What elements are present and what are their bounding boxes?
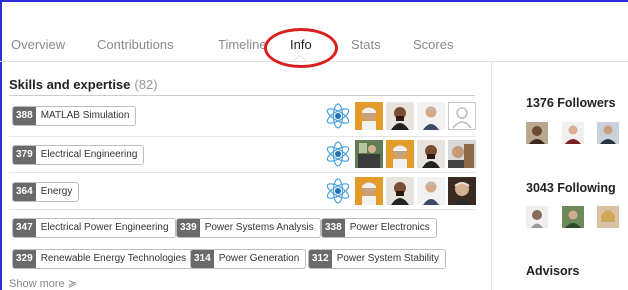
advisors-heading: Advisors [526,264,580,278]
skill-tag-power-system-stability[interactable]: 312 Power System Stability [308,249,446,269]
tab-contributions[interactable]: Contributions [97,37,174,52]
show-more-skills-link[interactable]: Show more ≽ [9,277,77,290]
endorser-avatar[interactable] [417,140,445,168]
window-top-border [0,0,628,2]
skill-label: Renewable Energy Technologies [40,253,187,264]
followers-heading[interactable]: 1376 Followers [526,96,616,110]
endorser-avatar[interactable] [417,102,445,130]
column-divider [491,62,492,290]
skill-tag-matlab-simulation[interactable]: 388 MATLAB Simulation [12,106,137,126]
endorser-avatar[interactable] [448,177,476,205]
skill-label: Power System Stability [336,253,439,264]
skills-heading: Skills and expertise (82) [9,77,158,92]
skill-label: Energy [40,186,73,197]
following-avatar[interactable] [562,206,584,228]
skill-endorse-count: 339 [177,219,200,237]
tab-scores[interactable]: Scores [413,37,453,52]
skill-tag-energy[interactable]: 364 Energy [12,182,80,202]
skill-tag-electrical-engineering[interactable]: 379 Electrical Engineering [12,145,145,165]
skill-label: Electrical Engineering [40,149,138,160]
endorser-avatar[interactable] [386,102,414,130]
follower-avatar[interactable] [562,122,584,144]
skill-tag-power-systems-analysis[interactable]: 339 Power Systems Analysis [176,218,321,238]
skills-title: Skills and expertise [9,77,131,92]
skill-label: Power Generation [218,253,300,264]
skill-endorse-count: 338 [322,219,345,237]
skill-label: Electrical Power Engineering [40,222,169,233]
tab-stats[interactable]: Stats [351,37,381,52]
endorser-avatar[interactable] [417,177,445,205]
endorser-avatar[interactable] [355,102,383,130]
atom-icon[interactable] [324,102,352,130]
atom-icon[interactable] [324,140,352,168]
atom-icon[interactable] [324,177,352,205]
skill-endorse-count: 312 [309,250,332,268]
endorser-avatar-placeholder[interactable] [448,102,476,130]
endorser-avatar[interactable] [386,140,414,168]
endorser-avatar[interactable] [355,177,383,205]
skill-tag-electrical-power-engineering[interactable]: 347 Electrical Power Engineering [12,218,176,238]
skill-endorse-count: 314 [191,250,214,268]
following-avatar[interactable] [526,206,548,228]
following-heading[interactable]: 3043 Following [526,181,616,195]
skill-endorse-count: 388 [13,107,36,125]
skill-label: Power Systems Analysis [204,222,314,233]
follower-avatar[interactable] [526,122,548,144]
skill-row-divider [9,172,475,173]
skill-row-divider [9,136,475,137]
tab-overview[interactable]: Overview [11,37,65,52]
tab-timeline[interactable]: Timeline [218,37,267,52]
endorser-avatar[interactable] [448,140,476,168]
skill-tag-power-electronics[interactable]: 338 Power Electronics [321,218,437,238]
highlight-annotation-ellipse [264,28,338,68]
skill-endorse-count: 347 [13,219,36,237]
skill-endorse-count: 329 [13,250,36,268]
skill-label: MATLAB Simulation [40,110,130,121]
skill-tag-renewable-energy-technologies[interactable]: 329 Renewable Energy Technologies [12,249,194,269]
skills-count: (82) [134,77,158,92]
skill-endorse-count: 379 [13,146,36,164]
following-avatar[interactable] [597,206,619,228]
follower-avatar[interactable] [597,122,619,144]
skill-label: Power Electronics [349,222,430,233]
skill-row-divider [9,209,475,210]
skills-heading-divider [9,95,475,96]
skill-tag-power-generation[interactable]: 314 Power Generation [190,249,307,269]
endorser-avatar[interactable] [355,140,383,168]
skill-endorse-count: 364 [13,183,36,201]
endorser-avatar[interactable] [386,177,414,205]
